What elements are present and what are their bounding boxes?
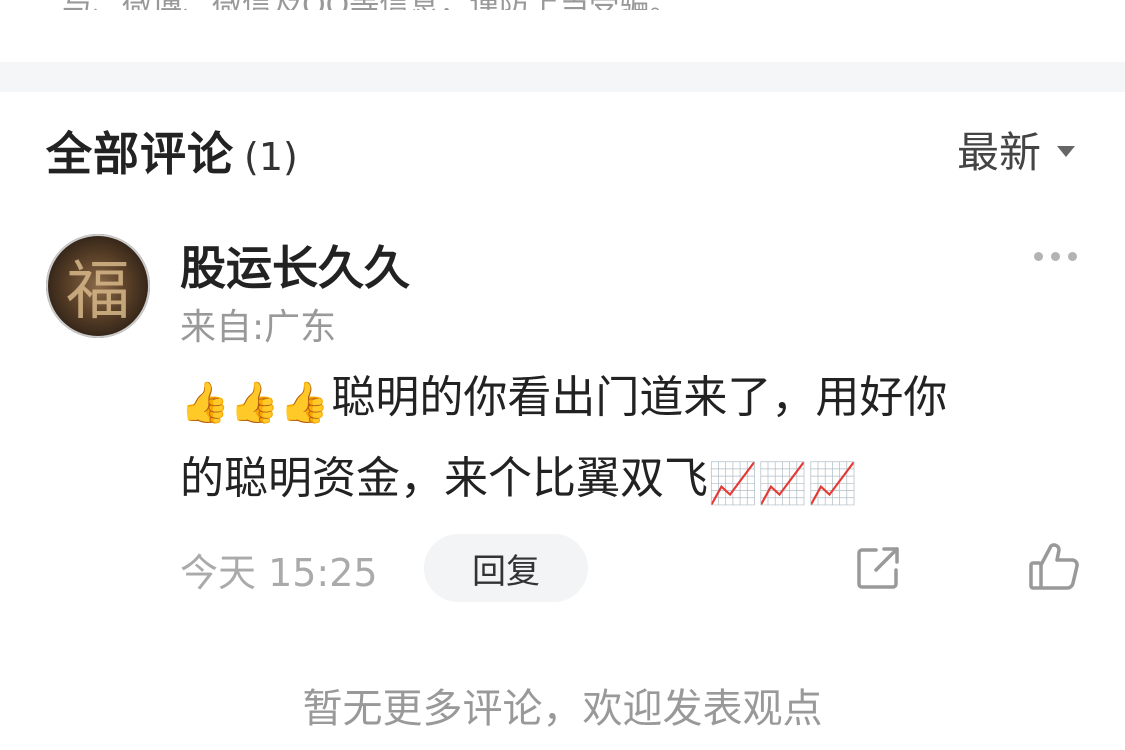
chart-up-emoji-icon: 📈📈📈 xyxy=(708,461,858,507)
more-dot xyxy=(1068,252,1077,261)
comment-body: 👍👍👍聪明的你看出门道来了，用好你 的聪明资金，来个比翼双飞📈📈📈 xyxy=(180,360,1075,522)
comments-title: 全部评论 xyxy=(46,127,234,181)
section-divider xyxy=(0,62,1125,92)
comment-text-line1: 聪明的你看出门道来了，用好你 xyxy=(331,372,948,423)
more-dot xyxy=(1051,252,1060,261)
comment-location: 来自:广东 xyxy=(180,307,337,348)
more-dot xyxy=(1034,252,1043,261)
thumbs-up-icon[interactable] xyxy=(1028,542,1080,592)
sort-label: 最新 xyxy=(956,127,1041,177)
caret-down-icon xyxy=(1057,145,1075,157)
truncated-notice-text: 与、微博、微信及QQ等信息，谨防上当受骗。 xyxy=(62,0,962,10)
reply-button[interactable]: 回复 xyxy=(424,534,588,602)
no-more-comments-text: 暂无更多评论，欢迎发表观点 xyxy=(302,686,823,732)
thumbs-up-emoji-icon: 👍👍👍 xyxy=(180,380,330,426)
comment-username[interactable]: 股运长久久 xyxy=(180,232,410,298)
comment-text-line2: 的聪明资金，来个比翼双飞 xyxy=(180,453,708,504)
avatar-image: 福 xyxy=(66,255,130,329)
comment-timestamp: 今天 15:25 xyxy=(180,551,378,595)
share-icon[interactable] xyxy=(854,544,902,592)
comments-header: 全部评论 (1) xyxy=(46,118,298,181)
comments-count: (1) xyxy=(244,135,298,179)
avatar[interactable]: 福 xyxy=(46,234,150,338)
sort-dropdown[interactable]: 最新 xyxy=(957,124,1075,177)
more-options-icon[interactable] xyxy=(1034,252,1077,261)
